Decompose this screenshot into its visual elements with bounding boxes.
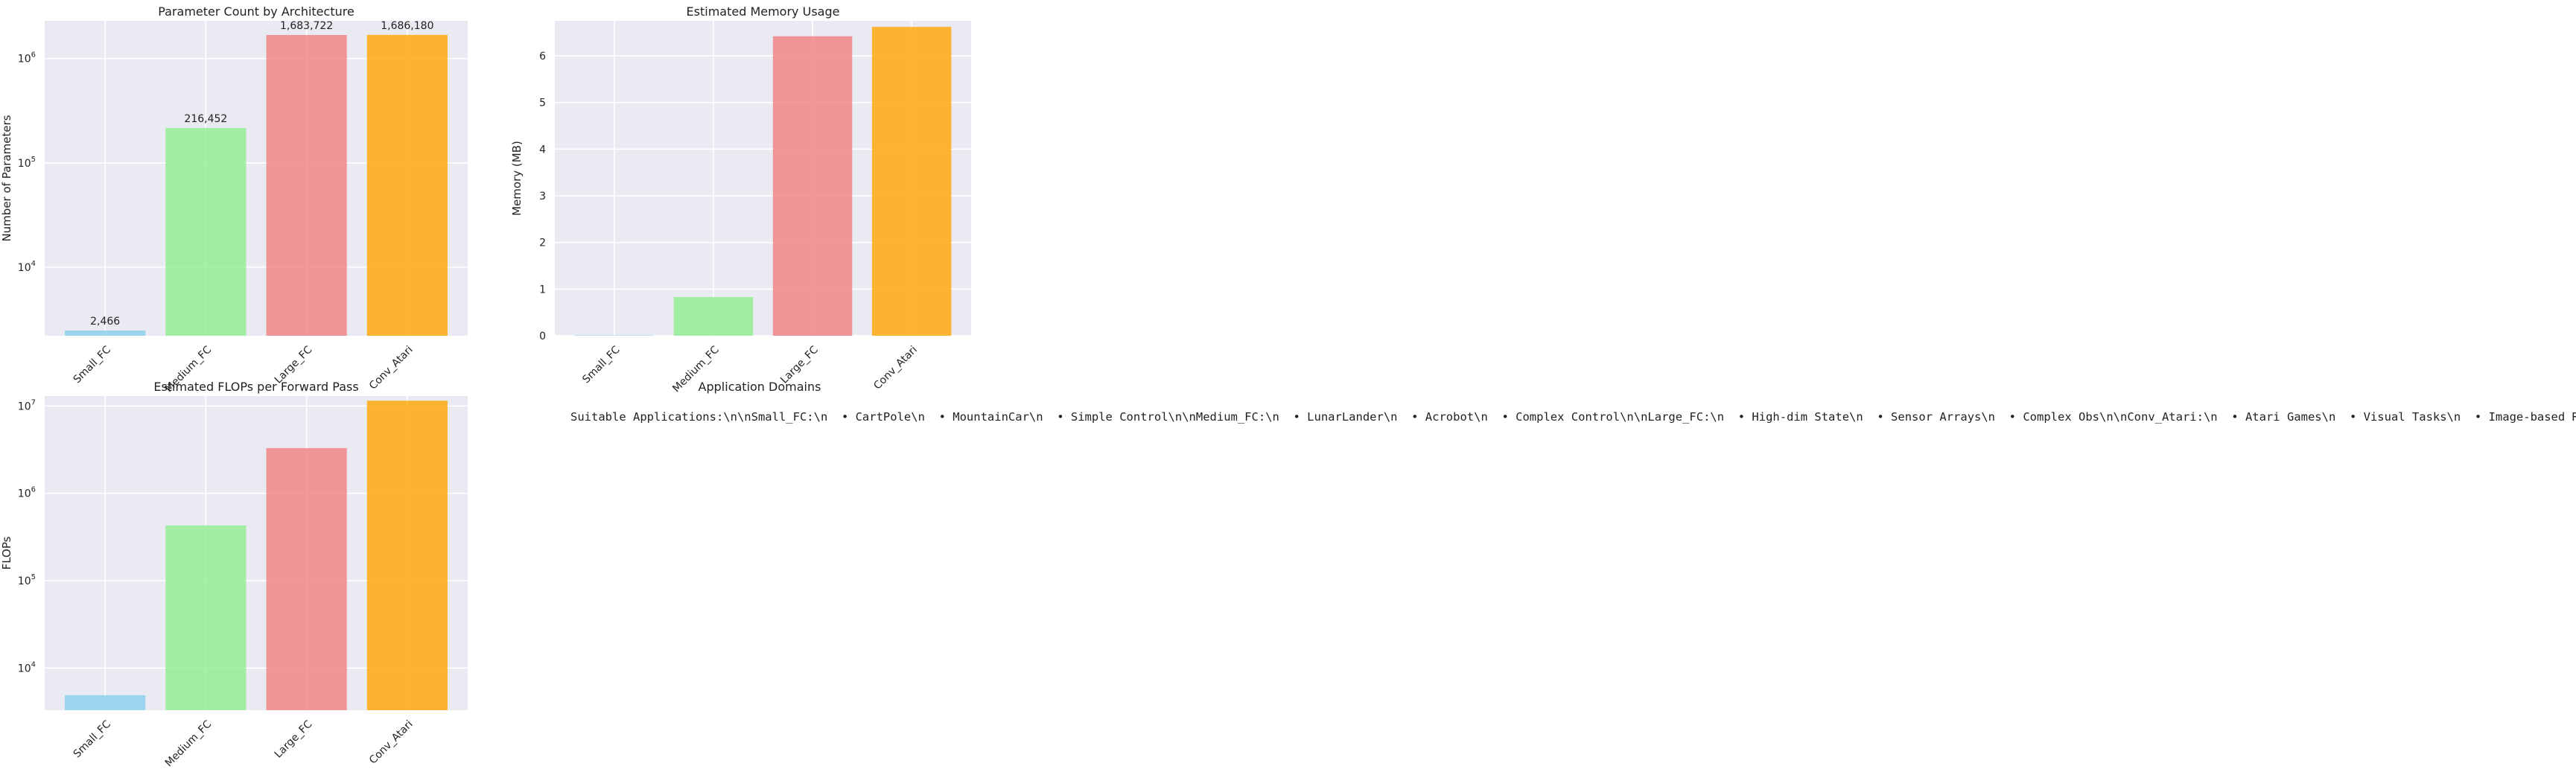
y-tick-exponent: 5 — [31, 573, 36, 581]
y-tick-label: 3 — [539, 191, 546, 202]
y-tick-label: 105 — [18, 573, 36, 587]
y-tick-label: 106 — [18, 51, 36, 66]
x-tick-label: Small_FC — [580, 344, 623, 386]
y-tick-exponent: 6 — [31, 486, 36, 494]
y-tick-label: 1 — [539, 284, 546, 296]
y-tick-base: 10 — [18, 54, 31, 66]
y-tick-label: 2 — [539, 237, 546, 249]
data-label: 2,466 — [90, 316, 120, 328]
data-label: 1,686,180 — [381, 20, 433, 32]
y-tick-base: 10 — [18, 262, 31, 274]
y-tick-base: 10 — [18, 401, 31, 412]
x-tick-label: Small_FC — [71, 344, 114, 386]
y-axis-label: Memory (MB) — [510, 141, 524, 216]
x-tick-label: Conv_Atari — [367, 718, 416, 767]
chart-title: Parameter Count by Architecture — [158, 4, 354, 19]
y-tick-label: 4 — [539, 144, 546, 156]
data-label: 216,452 — [184, 113, 227, 125]
bar-conv-atari — [366, 34, 448, 336]
chart-2: 0123456Small_FC Medium_FC Large_FC Conv_Ata… — [510, 4, 971, 395]
chart-1: 1041051062,466216,4521,683,722 1,686,180S… — [0, 4, 468, 395]
y-tick-label: 105 — [18, 156, 36, 170]
y-tick-exponent: 5 — [31, 156, 36, 164]
x-tick-label: Small_FC — [71, 718, 114, 761]
chart-title: Estimated FLOPs per Forward Pass — [153, 380, 358, 394]
y-tick-label: 5 — [539, 98, 546, 109]
bar-large-fc — [772, 36, 853, 336]
bar-small-fc — [574, 335, 655, 336]
x-tick-label: Large_FC — [273, 718, 315, 761]
y-axis-label: Number of Parameters — [0, 115, 13, 241]
x-tick-label: Medium_FC — [163, 718, 214, 770]
bar-large-fc — [266, 447, 347, 710]
y-tick-label: 106 — [18, 486, 36, 500]
bar-medium-fc — [165, 525, 247, 710]
y-tick-base: 10 — [18, 663, 31, 674]
y-tick-label: 0 — [539, 331, 546, 342]
y-tick-label: 104 — [18, 660, 36, 674]
bar-small-fc — [65, 695, 146, 710]
y-tick-base: 10 — [18, 488, 31, 500]
charts-root: 1041051062,466216,4521,683,722 1,686,180S… — [0, 4, 971, 769]
chart-3: 104105106107Small_FC Medium_FC Large_FC Con… — [0, 380, 468, 769]
y-tick-label: 6 — [539, 51, 546, 63]
y-tick-label: 107 — [18, 398, 36, 412]
y-tick-exponent: 6 — [31, 51, 36, 60]
chart-title: Estimated Memory Usage — [687, 4, 840, 19]
bar-conv-atari — [871, 27, 952, 336]
bar-medium-fc — [673, 296, 754, 336]
bar-medium-fc — [165, 127, 247, 336]
bar-conv-atari — [366, 401, 448, 710]
bar-small-fc — [65, 331, 146, 336]
y-axis-label: FLOPs — [0, 536, 13, 570]
y-tick-exponent: 7 — [31, 398, 36, 406]
x-tick-label: Conv_Atari — [871, 344, 920, 392]
y-tick-base: 10 — [18, 575, 31, 587]
figure: 1041051062,466216,4521,683,722 1,686,180S… — [0, 4, 971, 769]
x-tick-label: Conv_Atari — [367, 344, 416, 392]
application-domains-text: Suitable Applications:\n\nSmall_FC:\n • … — [570, 410, 2576, 424]
y-tick-base: 10 — [18, 158, 31, 170]
y-tick-exponent: 4 — [31, 260, 36, 268]
application-domains-title: Application Domains — [699, 380, 821, 394]
bar-large-fc — [266, 34, 347, 336]
y-tick-label: 104 — [18, 260, 36, 274]
data-label: 1,683,722 — [280, 20, 333, 32]
y-tick-exponent: 4 — [31, 660, 36, 669]
